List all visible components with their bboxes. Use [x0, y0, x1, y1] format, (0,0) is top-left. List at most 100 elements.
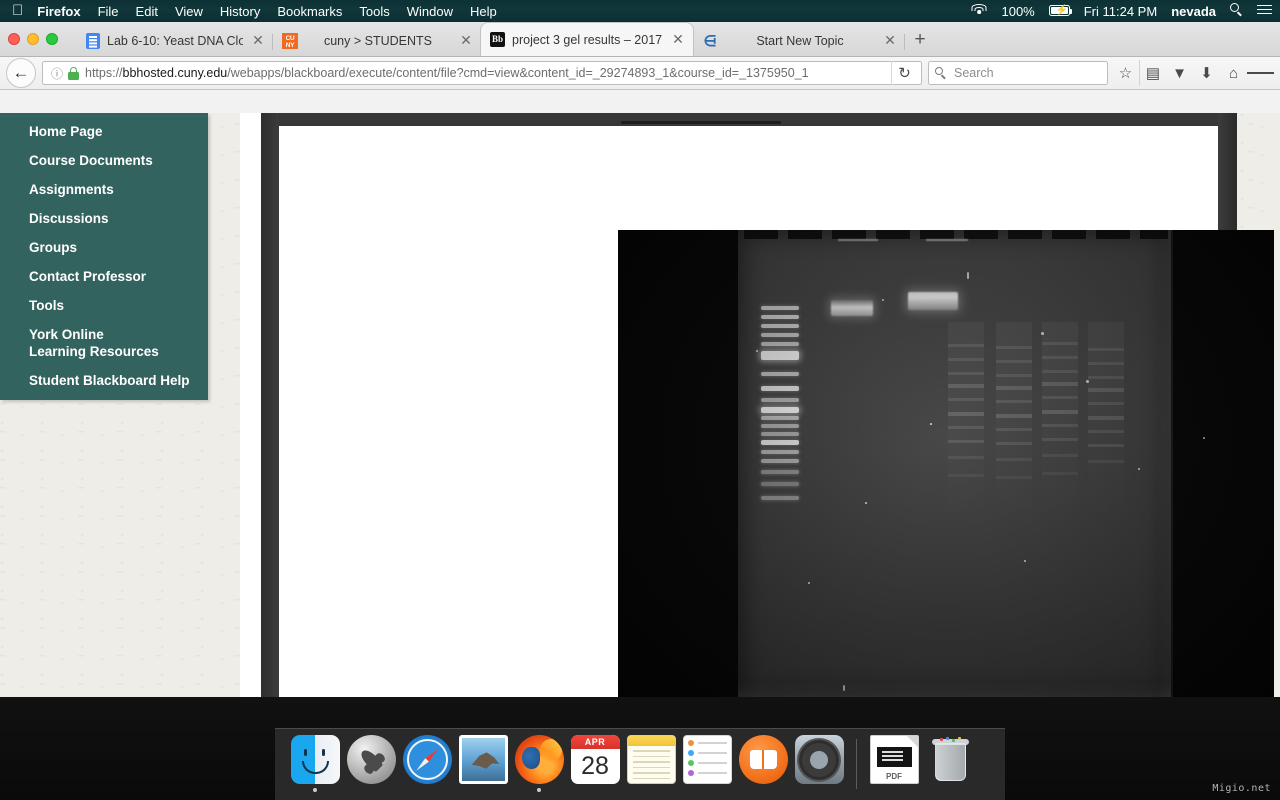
menu-item-file[interactable]: File	[98, 4, 119, 19]
gel-electrophoresis-image[interactable]	[618, 230, 1274, 701]
sidebar-item-tools[interactable]: Tools	[0, 291, 208, 320]
tab-close-icon[interactable]: ✕	[249, 32, 267, 50]
notes-icon	[626, 735, 676, 784]
dock-item-notes[interactable]	[623, 735, 679, 797]
window-traffic-lights[interactable]	[8, 33, 58, 45]
pocket-shield-icon[interactable]: ▼	[1166, 60, 1193, 86]
menu-item-history[interactable]: History	[220, 4, 260, 19]
bookmark-star-icon[interactable]: ☆	[1112, 60, 1139, 86]
tab-lab-6-10[interactable]: Lab 6-10: Yeast DNA Cloning & ✕	[77, 26, 273, 56]
dock-item-reminders[interactable]	[679, 735, 735, 797]
menu-item-view[interactable]: View	[175, 4, 203, 19]
sidebar-item-groups[interactable]: Groups	[0, 233, 208, 262]
home-icon[interactable]: ⌂	[1220, 60, 1247, 86]
spotlight-search-icon[interactable]	[1230, 3, 1243, 19]
sidebar-item-course-documents[interactable]: Course Documents	[0, 146, 208, 175]
blackboard-icon: Bb	[490, 32, 505, 47]
page-info-icon[interactable]: ⓘ	[47, 63, 67, 83]
navigation-toolbar: ← ⓘ https://bbhosted.cuny.edu/webapps/bl…	[0, 57, 1280, 90]
course-menu-sidebar: Home Page Course Documents Assignments D…	[0, 113, 208, 400]
wifi-icon[interactable]	[971, 3, 987, 19]
sidebar-item-york-online-learning-resources[interactable]: York Online Learning Resources	[0, 320, 160, 366]
url-text[interactable]: https://bbhosted.cuny.edu/webapps/blackb…	[85, 66, 891, 80]
trash-icon	[926, 735, 975, 784]
menu-item-help[interactable]: Help	[470, 4, 497, 19]
dock-item-finder[interactable]	[287, 735, 343, 797]
url-bar[interactable]: ⓘ https://bbhosted.cuny.edu/webapps/blac…	[42, 61, 922, 85]
dock-item-mail[interactable]	[455, 735, 511, 797]
tab-close-icon[interactable]: ✕	[669, 31, 687, 49]
dock-item-pdf-file[interactable]: PDF	[866, 735, 922, 797]
user-name-label[interactable]: nevada	[1171, 4, 1216, 19]
reader-library-icon[interactable]: ▤	[1139, 60, 1166, 86]
screen:  Firefox File Edit View History Bookmar…	[0, 0, 1280, 800]
ibooks-icon	[738, 735, 788, 784]
search-box[interactable]: Search	[928, 61, 1108, 85]
tab-start-new-topic[interactable]: ⋳ Start New Topic ✕	[693, 26, 905, 56]
back-button[interactable]: ←	[6, 58, 36, 88]
system-preferences-icon	[794, 735, 844, 784]
dock-item-system-preferences[interactable]	[791, 735, 847, 797]
calendar-day-label: 28	[581, 752, 609, 780]
viewer-frame-top	[261, 113, 1237, 126]
toolbar-icons: ☆ ▤ ▼ ⬇ ⌂	[1112, 60, 1274, 86]
macos-dock: APR 28 PDF	[275, 728, 1005, 800]
dock-item-firefox[interactable]	[511, 735, 567, 797]
sidebar-item-student-blackboard-help[interactable]: Student Blackboard Help	[0, 366, 208, 395]
reload-button[interactable]: ↻	[891, 61, 917, 85]
menu-item-firefox[interactable]: Firefox	[37, 4, 80, 19]
dna-helix-icon: ⋳	[703, 33, 717, 50]
maximize-window-button[interactable]	[46, 33, 58, 45]
tab-divider	[904, 34, 905, 50]
dock-item-launchpad[interactable]	[343, 735, 399, 797]
menu-item-edit[interactable]: Edit	[136, 4, 158, 19]
tab-title: Lab 6-10: Yeast DNA Cloning &	[107, 34, 243, 48]
menu-hamburger-icon[interactable]	[1247, 60, 1274, 86]
url-prefix: https://	[85, 66, 123, 80]
menu-item-tools[interactable]: Tools	[359, 4, 389, 19]
cuny-icon: CU NY	[282, 33, 298, 49]
url-path: /webapps/blackboard/execute/content/file…	[227, 66, 809, 80]
page-viewport: Home Page Course Documents Assignments D…	[0, 113, 1280, 719]
gel-image-vignette	[618, 230, 1274, 701]
close-window-button[interactable]	[8, 33, 20, 45]
new-tab-button[interactable]: +	[905, 26, 935, 56]
tab-title: cuny > STUDENTS	[323, 34, 432, 48]
dock-item-ibooks[interactable]	[735, 735, 791, 797]
pdf-label: PDF	[886, 772, 902, 781]
downloads-icon[interactable]: ⬇	[1193, 60, 1220, 86]
mail-icon	[458, 735, 508, 784]
menu-bar-status-area: 100% ⚡ Fri 11:24 PM nevada	[957, 0, 1272, 22]
sidebar-item-discussions[interactable]: Discussions	[0, 204, 208, 233]
minimize-window-button[interactable]	[27, 33, 39, 45]
clock-label[interactable]: Fri 11:24 PM	[1084, 4, 1157, 19]
tab-title: project 3 gel results – 2017 Spr	[512, 32, 663, 47]
menu-item-window[interactable]: Window	[407, 4, 453, 19]
viewer-frame-left	[261, 113, 279, 719]
google-docs-icon	[86, 33, 100, 49]
firefox-window: Lab 6-10: Yeast DNA Cloning & ✕ CUNY cun…	[0, 22, 1280, 719]
menu-item-bookmarks[interactable]: Bookmarks	[277, 4, 342, 19]
notification-center-icon[interactable]	[1257, 2, 1272, 19]
tab-project-3-gel-results[interactable]: Bb project 3 gel results – 2017 Spr ✕	[481, 23, 693, 56]
sidebar-item-home-page[interactable]: Home Page	[0, 117, 208, 146]
search-icon	[935, 66, 948, 80]
tab-close-icon[interactable]: ✕	[457, 32, 475, 50]
watermark-label: Migio.net	[1212, 783, 1271, 794]
url-domain: bbhosted.cuny.edu	[122, 66, 228, 80]
tab-cuny-students[interactable]: CU NY cuny > STUDENTS ✕	[273, 26, 481, 56]
dock-item-trash[interactable]	[922, 735, 978, 797]
sidebar-item-assignments[interactable]: Assignments	[0, 175, 208, 204]
dock-item-safari[interactable]	[399, 735, 455, 797]
tab-close-icon[interactable]: ✕	[881, 32, 899, 50]
sidebar-item-contact-professor[interactable]: Contact Professor	[0, 262, 208, 291]
apple-logo-icon[interactable]: 	[12, 3, 23, 20]
search-placeholder: Search	[954, 66, 994, 80]
calendar-icon: APR 28	[570, 735, 620, 784]
battery-charging-icon[interactable]: ⚡	[1048, 4, 1073, 19]
dock-separator	[856, 739, 857, 789]
file-viewer-frame	[240, 113, 1274, 719]
calendar-month-label: APR	[570, 735, 620, 749]
secure-lock-icon	[68, 66, 79, 80]
dock-item-calendar[interactable]: APR 28	[567, 735, 623, 797]
